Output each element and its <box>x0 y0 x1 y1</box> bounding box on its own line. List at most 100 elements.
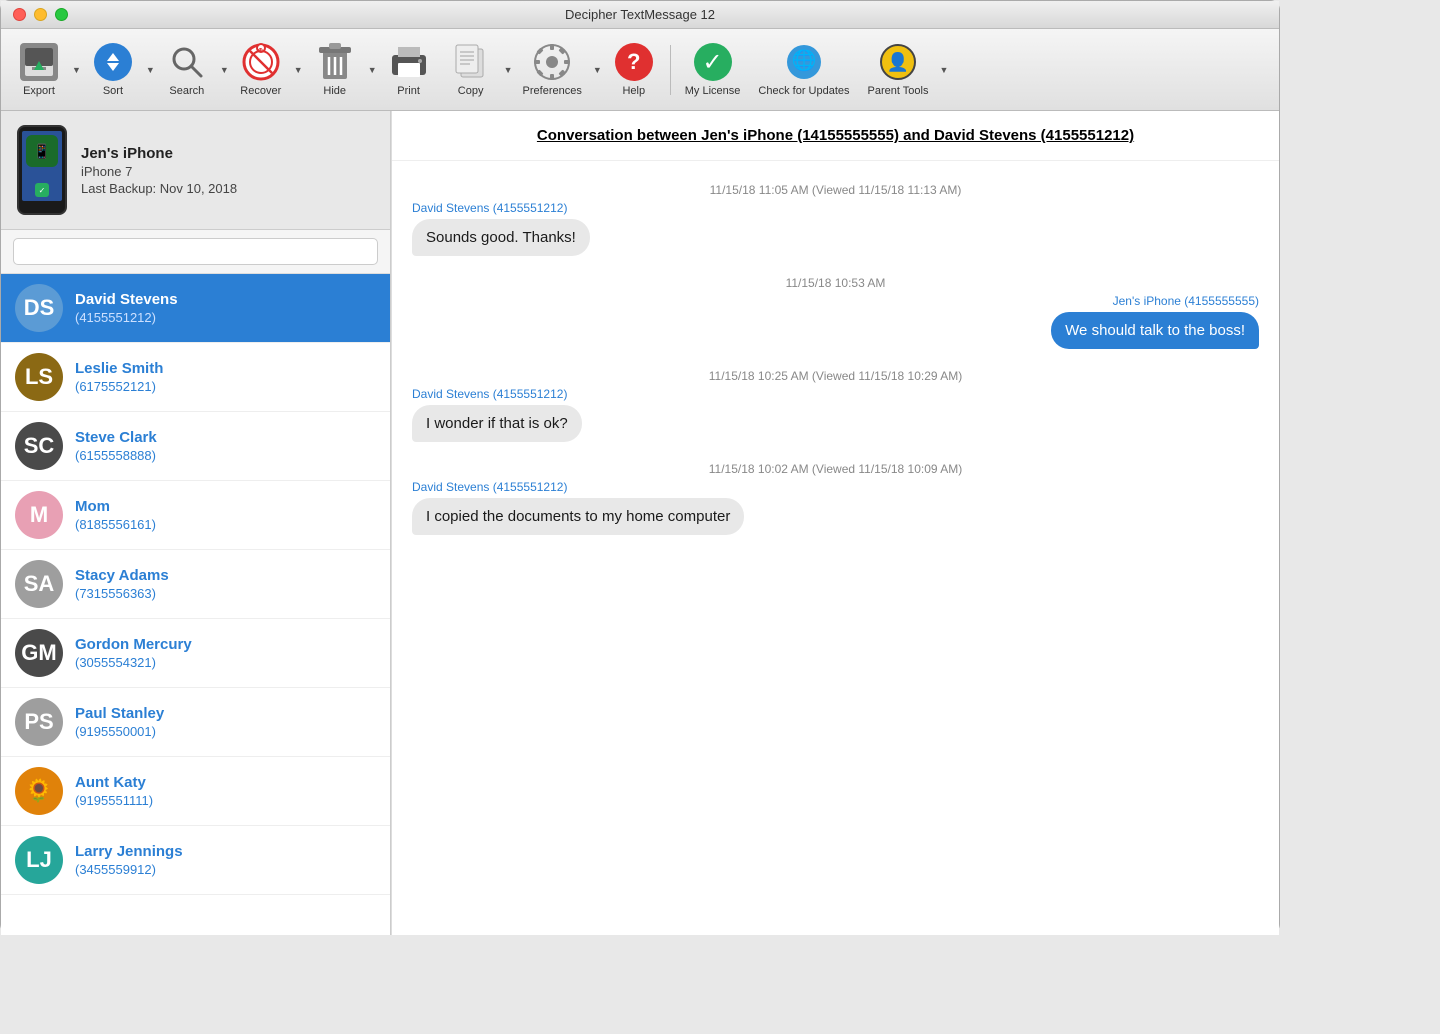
chat-messages: 11/15/18 11:05 AM (Viewed 11/15/18 11:13… <box>392 161 1279 935</box>
screen-checkmark: ✓ <box>35 183 49 197</box>
contact-phone: (4155551212) <box>75 310 178 325</box>
sort-icon <box>93 42 133 82</box>
preferences-icon <box>532 42 572 82</box>
parent-tools-icon: 👤 <box>878 42 918 82</box>
contact-item[interactable]: SA Stacy Adams (7315556363) <box>1 550 390 619</box>
contact-avatar: GM <box>15 629 63 677</box>
message-timestamp: 11/15/18 10:02 AM (Viewed 11/15/18 10:09… <box>412 462 1259 476</box>
help-label: Help <box>622 85 645 97</box>
svg-text:👤: 👤 <box>887 51 909 72</box>
contact-item[interactable]: PS Paul Stanley (9195550001) <box>1 688 390 757</box>
device-name: Jen's iPhone <box>81 145 374 162</box>
contact-item[interactable]: DS David Stevens (4155551212) <box>1 274 390 343</box>
contact-name: Aunt Katy <box>75 774 153 791</box>
contact-phone: (8185556161) <box>75 517 156 532</box>
recover-button[interactable]: ⊕ Recover <box>231 38 291 101</box>
message-bubble: I copied the documents to my home comput… <box>412 498 744 535</box>
contact-item[interactable]: LJ Larry Jennings (3455559912) <box>1 826 390 895</box>
contact-item[interactable]: LS Leslie Smith (6175552121) <box>1 343 390 412</box>
copy-label: Copy <box>458 85 484 97</box>
window-controls[interactable] <box>13 8 68 21</box>
contact-avatar: SA <box>15 560 63 608</box>
copy-button[interactable]: Copy <box>441 38 501 101</box>
contact-phone: (7315556363) <box>75 586 169 601</box>
contact-search-bar <box>1 230 390 274</box>
search-arrow[interactable]: ▼ <box>220 65 229 75</box>
print-label: Print <box>397 85 420 97</box>
minimize-button[interactable] <box>34 8 47 21</box>
parent-tools-button[interactable]: 👤 Parent Tools <box>860 38 937 101</box>
sort-button[interactable]: Sort <box>83 38 143 101</box>
close-button[interactable] <box>13 8 26 21</box>
hide-button[interactable]: Hide <box>305 38 365 101</box>
message-sender: David Stevens (4155551212) <box>412 201 1259 215</box>
my-license-label: My License <box>685 85 741 97</box>
window-title: Decipher TextMessage 12 <box>565 7 715 22</box>
my-license-icon: ✓ <box>693 42 733 82</box>
hide-arrow[interactable]: ▼ <box>368 65 377 75</box>
contact-avatar: SC <box>15 422 63 470</box>
preferences-arrow[interactable]: ▼ <box>593 65 602 75</box>
contact-avatar: PS <box>15 698 63 746</box>
toolbar-separator <box>670 45 671 95</box>
contact-avatar: DS <box>15 284 63 332</box>
sidebar: 📱 ✓ Jen's iPhone iPhone 7 Last Backup: N… <box>1 111 391 935</box>
contact-phone: (3455559912) <box>75 862 183 877</box>
preferences-label: Preferences <box>523 85 582 97</box>
preferences-button[interactable]: Preferences <box>515 38 590 101</box>
contact-search-input[interactable] <box>13 238 378 265</box>
export-arrow[interactable]: ▼ <box>72 65 81 75</box>
hide-label: Hide <box>323 85 346 97</box>
chat-panel: Conversation between Jen's iPhone (14155… <box>391 111 1279 935</box>
contact-name: Gordon Mercury <box>75 636 192 653</box>
sort-label: Sort <box>103 85 123 97</box>
my-license-button[interactable]: ✓ My License <box>677 38 749 101</box>
contact-name: Stacy Adams <box>75 567 169 584</box>
search-button[interactable]: Search <box>157 38 217 101</box>
contact-avatar: M <box>15 491 63 539</box>
contact-phone: (3055554321) <box>75 655 192 670</box>
device-info: 📱 ✓ Jen's iPhone iPhone 7 Last Backup: N… <box>1 111 390 230</box>
export-button[interactable]: Export <box>9 38 69 101</box>
print-icon <box>389 42 429 82</box>
contact-phone: (6155558888) <box>75 448 157 463</box>
message-timestamp: 11/15/18 11:05 AM (Viewed 11/15/18 11:13… <box>412 183 1259 197</box>
check-updates-label: Check for Updates <box>758 85 849 97</box>
hide-icon <box>315 42 355 82</box>
contact-list: DS David Stevens (4155551212) LS Leslie … <box>1 274 390 935</box>
recover-label: Recover <box>240 85 281 97</box>
contact-item[interactable]: SC Steve Clark (6155558888) <box>1 412 390 481</box>
chat-header: Conversation between Jen's iPhone (14155… <box>392 111 1279 161</box>
contact-name: Mom <box>75 498 156 515</box>
recover-arrow[interactable]: ▼ <box>294 65 303 75</box>
contact-avatar: 🌻 <box>15 767 63 815</box>
contact-item[interactable]: GM Gordon Mercury (3055554321) <box>1 619 390 688</box>
print-button[interactable]: Print <box>379 38 439 101</box>
message-row: I copied the documents to my home comput… <box>412 498 1259 543</box>
message-row: Sounds good. Thanks! <box>412 219 1259 264</box>
contact-name: Steve Clark <box>75 429 157 446</box>
parent-tools-label: Parent Tools <box>868 85 929 97</box>
message-sender: Jen's iPhone (4155555555) <box>412 294 1259 308</box>
export-label: Export <box>23 85 55 97</box>
sort-arrow[interactable]: ▼ <box>146 65 155 75</box>
device-backup: Last Backup: Nov 10, 2018 <box>81 181 374 196</box>
parent-tools-arrow[interactable]: ▼ <box>939 65 948 75</box>
device-model: iPhone 7 <box>81 164 374 179</box>
message-timestamp: 11/15/18 10:25 AM (Viewed 11/15/18 10:29… <box>412 369 1259 383</box>
maximize-button[interactable] <box>55 8 68 21</box>
iphone-screen: 📱 ✓ <box>22 131 62 201</box>
search-label: Search <box>169 85 204 97</box>
copy-arrow[interactable]: ▼ <box>504 65 513 75</box>
contact-name: David Stevens <box>75 291 178 308</box>
help-button[interactable]: ? Help <box>604 38 664 101</box>
contact-name: Larry Jennings <box>75 843 183 860</box>
toolbar: Export ▼ Sort ▼ Search ▼ <box>1 29 1279 111</box>
search-icon <box>167 42 207 82</box>
contact-avatar: LJ <box>15 836 63 884</box>
check-updates-icon: 🌐 <box>784 42 824 82</box>
chat-header-title: Conversation between Jen's iPhone (14155… <box>412 127 1259 144</box>
check-updates-button[interactable]: 🌐 Check for Updates <box>750 38 857 101</box>
contact-item[interactable]: 🌻 Aunt Katy (9195551111) <box>1 757 390 826</box>
contact-item[interactable]: M Mom (8185556161) <box>1 481 390 550</box>
